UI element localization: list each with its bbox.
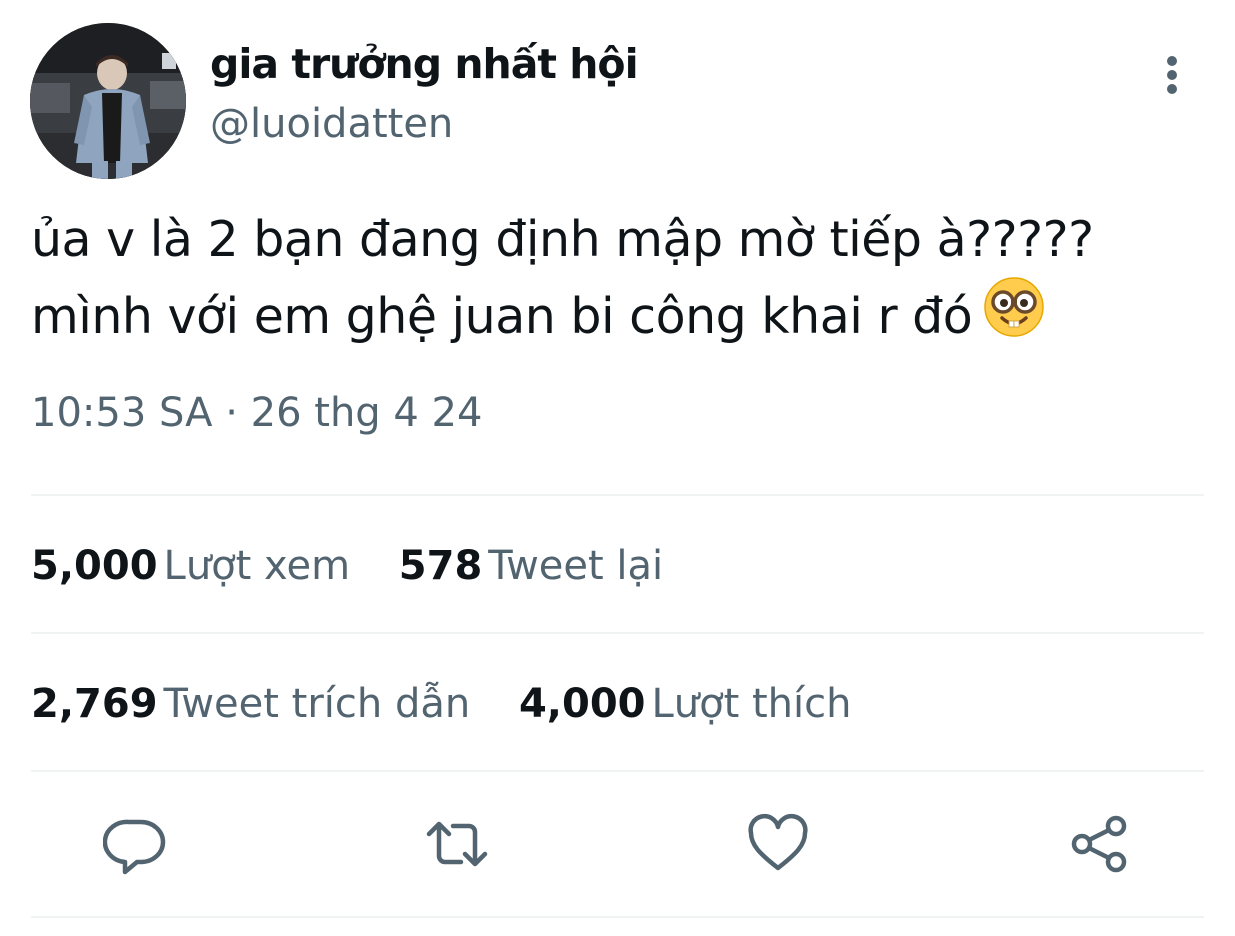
divider xyxy=(31,770,1204,772)
divider xyxy=(31,632,1204,634)
retweets-label: Tweet lại xyxy=(488,543,664,589)
tweet-date: 26 thg 4 24 xyxy=(250,390,483,436)
retweet-button[interactable] xyxy=(425,812,489,876)
views-count: 5,000 xyxy=(31,543,158,589)
more-options-button[interactable] xyxy=(1150,52,1194,96)
likes-count: 4,000 xyxy=(518,681,646,727)
user-handle[interactable]: @luoidatten xyxy=(210,101,453,147)
stats-row: 2,769 Tweet trích dẫn 4,000 Lượt thích xyxy=(31,681,887,727)
quotes-count: 2,769 xyxy=(31,681,158,727)
more-vertical-icon xyxy=(1167,56,1177,94)
tweet-time: 10:53 SA xyxy=(31,390,213,436)
tweet-text-line: mình với em ghệ juan bi công khai r đó xyxy=(31,275,1211,352)
avatar[interactable] xyxy=(30,23,186,179)
tweet-text-line-content: mình với em ghệ juan bi công khai r đó xyxy=(31,288,973,345)
retweets-count: 578 xyxy=(398,543,483,589)
tweet-text: ủa v là 2 bạn đang định mập mờ tiếp à???… xyxy=(31,205,1211,352)
nerd-face-emoji-icon xyxy=(982,275,1046,339)
reply-button[interactable] xyxy=(103,812,167,876)
meta-separator: · xyxy=(225,390,238,436)
share-button[interactable] xyxy=(1068,812,1132,876)
display-name[interactable]: gia trưởng nhất hội xyxy=(210,40,639,88)
retweet-icon xyxy=(426,821,488,867)
likes-stat[interactable]: 4,000 Lượt thích xyxy=(519,681,852,727)
reply-icon xyxy=(103,819,166,875)
tweet-text-line: ủa v là 2 bạn đang định mập mờ tiếp à???… xyxy=(31,211,1094,268)
quotes-label: Tweet trích dẫn xyxy=(163,681,471,727)
likes-label: Lượt thích xyxy=(651,681,852,727)
divider xyxy=(31,916,1204,918)
views-label: Lượt xem xyxy=(163,543,351,589)
like-button[interactable] xyxy=(746,812,810,876)
heart-icon xyxy=(748,813,808,871)
quotes-stat[interactable]: 2,769 Tweet trích dẫn xyxy=(31,681,470,727)
stats-row: 5,000 Lượt xem 578 Tweet lại xyxy=(31,543,699,589)
views-stat: 5,000 Lượt xem xyxy=(31,543,350,589)
tweet-timestamp[interactable]: 10:53 SA · 26 thg 4 24 xyxy=(31,390,482,436)
share-icon xyxy=(1071,815,1127,873)
divider xyxy=(31,494,1204,496)
retweets-stat[interactable]: 578 Tweet lại xyxy=(399,543,663,589)
